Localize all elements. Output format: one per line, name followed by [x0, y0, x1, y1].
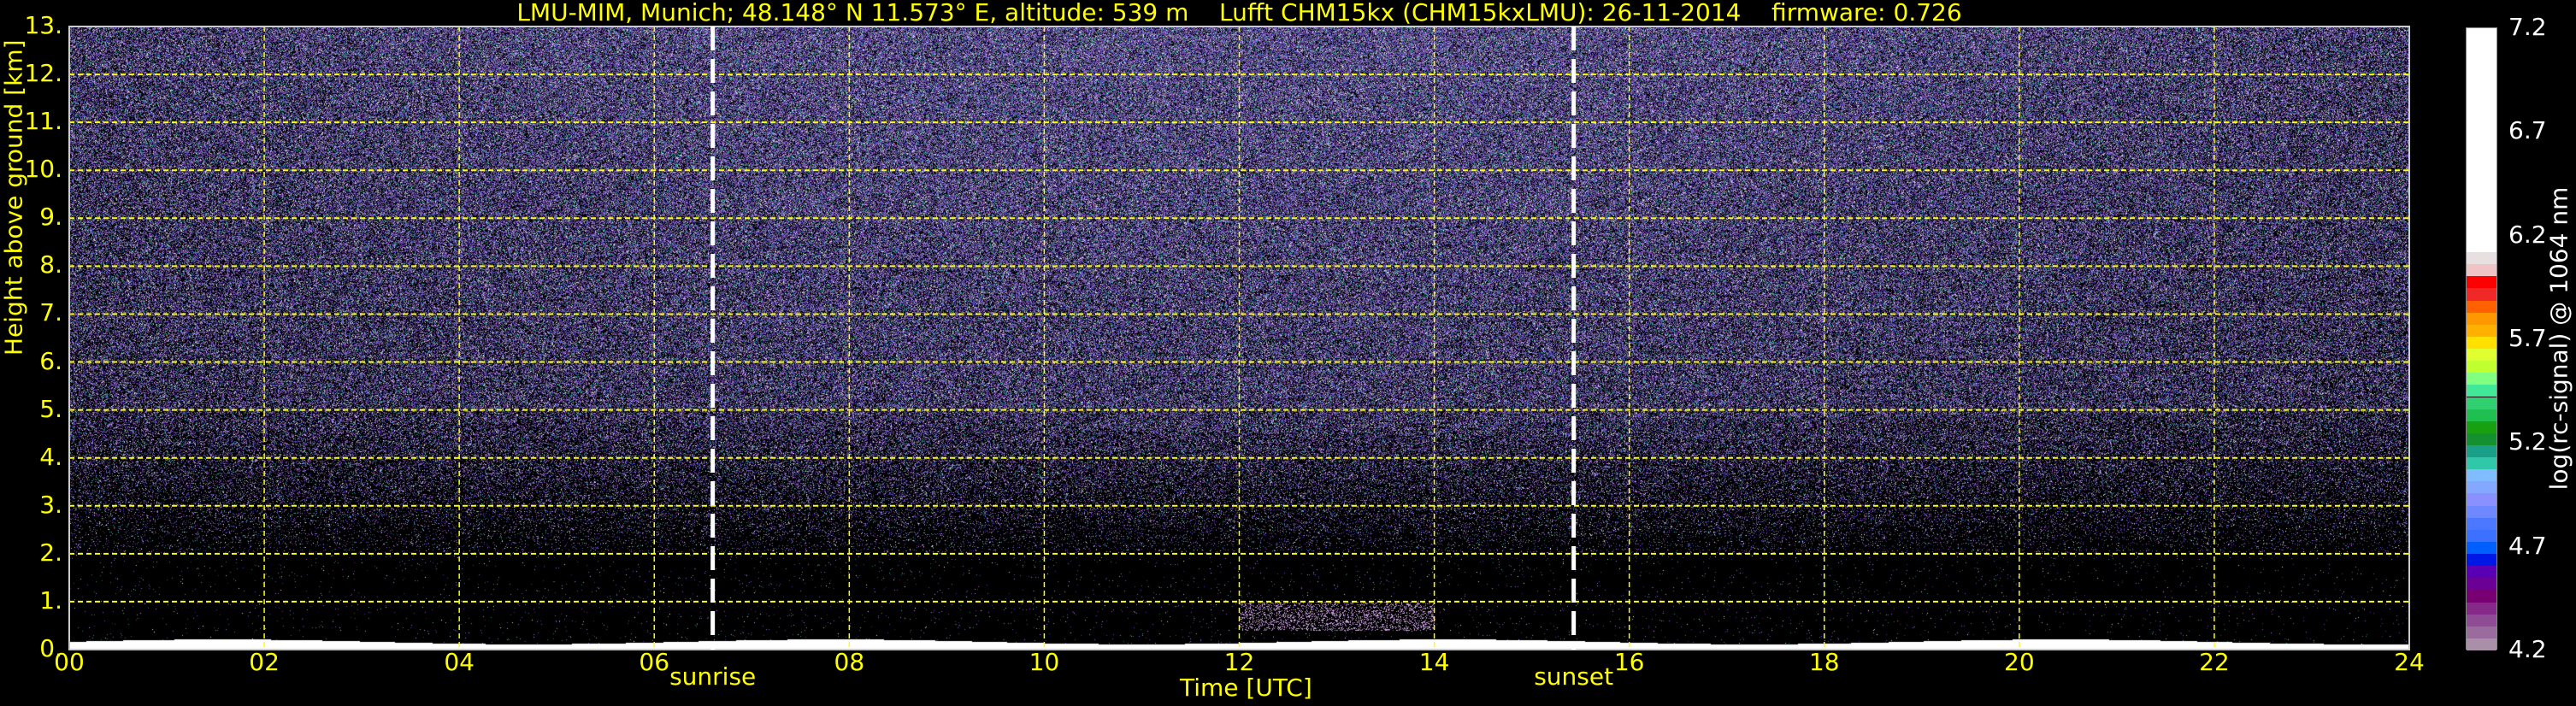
colorbar-swatch: [2467, 626, 2496, 638]
annotation-label-sunset: sunset: [1534, 662, 1614, 691]
colorbar-swatch: [2467, 397, 2496, 409]
colorbar-swatch: [2467, 517, 2496, 530]
y-axis-label: Height above ground [km]: [0, 39, 28, 356]
x-axis-label: Time [UTC]: [1180, 674, 1312, 702]
colorbar-swatch: [2467, 373, 2496, 385]
colorbar-tick-label: 5.7: [2508, 324, 2547, 352]
colorbar-swatch: [2467, 529, 2496, 542]
colorbar-swatch: [2467, 264, 2496, 277]
colorbar-tick-label: 5.2: [2508, 427, 2547, 456]
colorbar-swatch: [2467, 288, 2496, 301]
y-tick-label: 7.: [39, 298, 62, 327]
colorbar-swatch: [2467, 638, 2496, 650]
colorbar-swatch: [2467, 554, 2496, 567]
colorbar-swatch: [2467, 505, 2496, 518]
colorbar-swatch: [2467, 300, 2496, 313]
colorbar-swatch: [2467, 614, 2496, 627]
colorbar-tick-label: 4.7: [2508, 531, 2547, 560]
colorbar-swatch: [2467, 276, 2496, 289]
colorbar-label: log(rc-signal) @ 1064 nm: [2544, 186, 2573, 491]
x-tick-label: 18: [1808, 648, 1840, 676]
colorbar-tick-label: 4.2: [2508, 635, 2547, 663]
colorbar-swatch: [2467, 409, 2496, 421]
y-tick-label: 6.: [39, 346, 62, 375]
colorbar-swatch: [2467, 493, 2496, 506]
colorbar-swatch: [2467, 361, 2496, 374]
y-tick-label: 13.: [24, 11, 62, 39]
annotation-label-sunrise: sunrise: [669, 662, 757, 691]
plot-area: [68, 26, 2410, 650]
colorbar-swatch: [2467, 385, 2496, 397]
colorbar-swatch: [2467, 590, 2496, 603]
x-tick-label: 14: [1418, 648, 1450, 676]
y-tick-label: 3.: [39, 490, 62, 519]
y-tick-label: 12.: [24, 59, 62, 88]
y-tick-label: 9.: [39, 203, 62, 232]
x-tick-label: 20: [2004, 648, 2035, 676]
colorbar-swatch: [2467, 336, 2496, 350]
colorbar: [2466, 27, 2497, 650]
colorbar-swatch: [2467, 312, 2496, 325]
y-tick-label: 0.: [39, 634, 62, 662]
x-tick-label: 06: [639, 648, 670, 676]
x-tick-label: 08: [834, 648, 865, 676]
colorbar-swatch: [2467, 432, 2496, 445]
x-tick-label: 12: [1223, 648, 1255, 676]
colorbar-tick-label: 6.2: [2508, 220, 2547, 249]
plot-overlay: [68, 26, 2410, 650]
y-tick-label: 11.: [24, 107, 62, 136]
colorbar-swatch: [2467, 481, 2496, 494]
colorbar-swatch: [2467, 457, 2496, 470]
x-tick-label: 16: [1613, 648, 1645, 676]
x-tick-label: 02: [249, 648, 280, 676]
colorbar-swatch: [2467, 541, 2496, 555]
colorbar-tick-label: 6.7: [2508, 116, 2547, 145]
chart-title: LMU-MIM, Munich; 48.148° N 11.573° E, al…: [516, 0, 1962, 26]
x-tick-label: 22: [2199, 648, 2230, 676]
x-tick-label: 10: [1029, 648, 1060, 676]
y-tick-label: 1.: [39, 585, 62, 615]
colorbar-swatch: [2467, 444, 2496, 458]
colorbar-tick-label: 7.2: [2508, 13, 2547, 41]
colorbar-swatch: [2467, 252, 2496, 265]
colorbar-swatch: [2467, 28, 2496, 253]
y-tick-label: 4.: [39, 442, 62, 471]
colorbar-swatch: [2467, 349, 2496, 362]
x-tick-label: 24: [2394, 648, 2425, 676]
y-tick-label: 10.: [24, 155, 62, 184]
colorbar-swatch: [2467, 578, 2496, 591]
colorbar-swatch: [2467, 469, 2496, 482]
x-tick-label: 04: [444, 648, 475, 676]
colorbar-swatch: [2467, 421, 2496, 433]
colorbar-swatch: [2467, 324, 2496, 337]
colorbar-swatch: [2467, 602, 2496, 615]
colorbar-swatch: [2467, 566, 2496, 579]
y-tick-label: 2.: [39, 538, 62, 567]
y-tick-label: 8.: [39, 250, 62, 279]
y-tick-label: 5.: [39, 394, 62, 423]
